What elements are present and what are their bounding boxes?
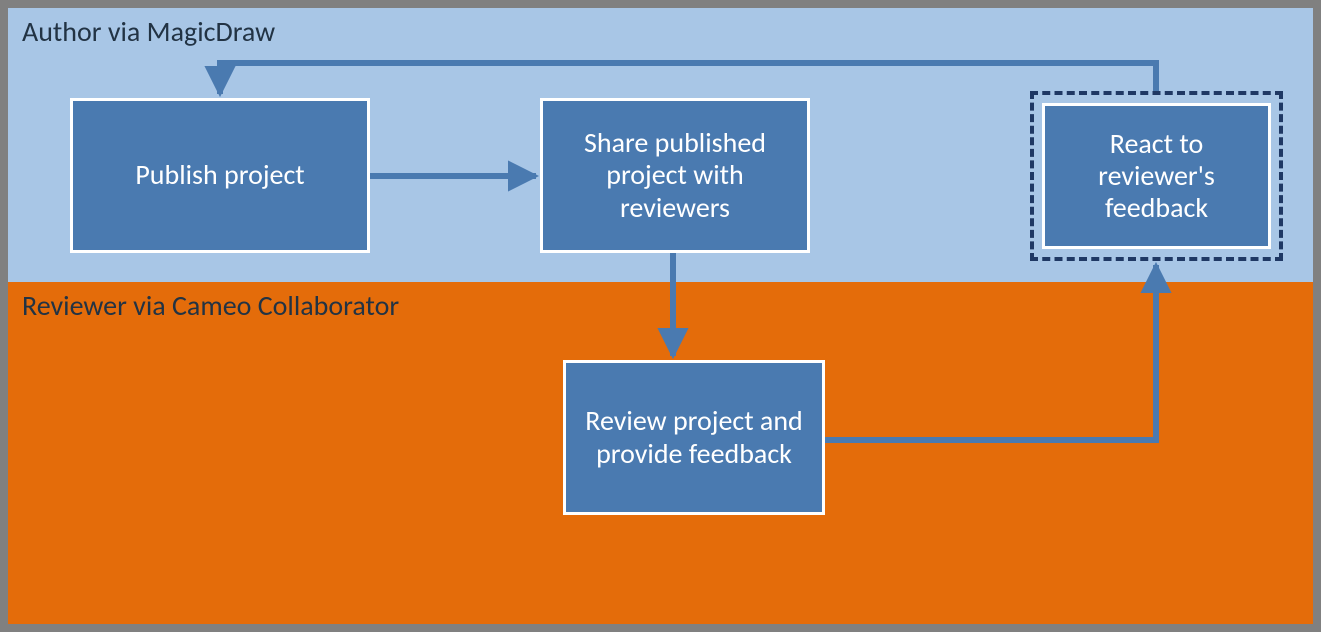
node-share-label: Share published project with reviewers [551,127,799,224]
lane-reviewer-label: Reviewer via Cameo Collaborator [22,288,399,323]
diagram-canvas: Author via MagicDraw Reviewer via Cameo … [8,8,1313,624]
lane-author-label: Author via MagicDraw [22,14,275,49]
node-review-label: Review project and provide feedback [574,405,814,469]
node-react-label: React to reviewer's feedback [1053,128,1260,225]
node-review-project: Review project and provide feedback [563,360,825,515]
node-publish-label: Publish project [135,159,304,191]
node-share-project: Share published project with reviewers [540,98,810,253]
node-publish-project: Publish project [70,98,370,253]
node-react-feedback: React to reviewer's feedback [1042,103,1271,249]
